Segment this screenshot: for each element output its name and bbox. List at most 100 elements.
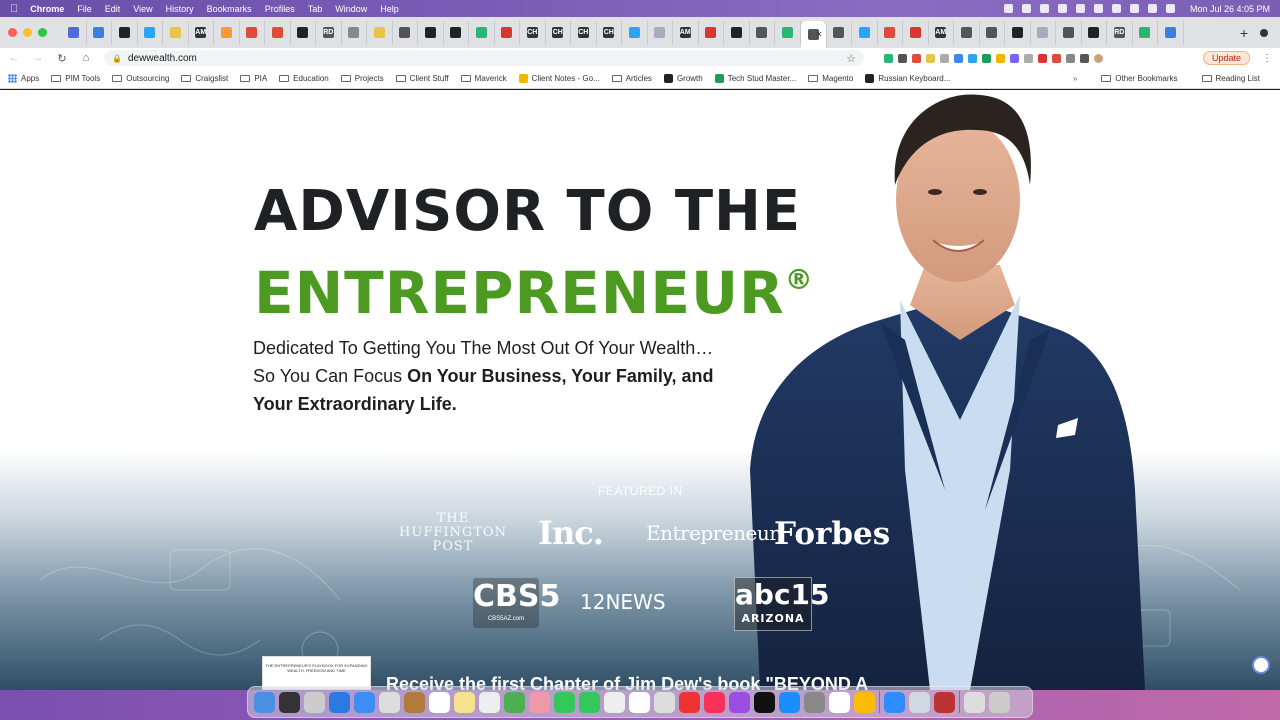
bookmark-folder[interactable]: Education bbox=[279, 74, 329, 83]
browser-tab[interactable] bbox=[87, 20, 112, 45]
bookmark-reading-list[interactable]: Reading List bbox=[1201, 74, 1260, 83]
menu-history[interactable]: History bbox=[166, 4, 194, 14]
browser-tab[interactable]: RD bbox=[1107, 20, 1133, 45]
extension-icon[interactable] bbox=[1066, 53, 1075, 63]
screenshot-icon[interactable] bbox=[909, 691, 930, 713]
browser-tab[interactable] bbox=[954, 20, 980, 45]
tab-active[interactable]: ✕ bbox=[800, 21, 827, 48]
browser-tab[interactable] bbox=[775, 20, 801, 45]
slack-icon[interactable] bbox=[829, 691, 850, 713]
reload-button[interactable]: ↻ bbox=[56, 52, 68, 65]
browser-tab[interactable] bbox=[342, 20, 367, 45]
menu-profiles[interactable]: Profiles bbox=[265, 4, 295, 14]
browser-tab[interactable] bbox=[1133, 20, 1158, 45]
bookmark-link[interactable]: Russian Keyboard... bbox=[865, 73, 950, 83]
apple-tv-icon[interactable] bbox=[754, 691, 775, 713]
fullscreen-window-button[interactable] bbox=[38, 28, 47, 37]
bookmark-folder[interactable]: Client Stuff bbox=[395, 74, 449, 83]
safari-icon[interactable] bbox=[329, 691, 350, 713]
browser-tab[interactable] bbox=[1031, 20, 1056, 45]
bookmark-folder[interactable]: Outsourcing bbox=[112, 74, 169, 83]
browser-tab[interactable] bbox=[1158, 20, 1184, 45]
battery-icon[interactable] bbox=[1093, 4, 1103, 13]
siri-icon[interactable] bbox=[279, 691, 300, 713]
forward-button[interactable]: → bbox=[32, 52, 44, 64]
browser-tab[interactable]: AM bbox=[929, 20, 954, 45]
browser-tab[interactable] bbox=[469, 20, 495, 45]
menu-bookmarks[interactable]: Bookmarks bbox=[207, 4, 252, 14]
browser-tab[interactable] bbox=[138, 20, 163, 45]
browser-tab[interactable] bbox=[495, 20, 520, 45]
extension-icon[interactable] bbox=[996, 53, 1005, 63]
bookmark-folder[interactable]: PIM Tools bbox=[51, 74, 100, 83]
menu-view[interactable]: View bbox=[133, 4, 152, 14]
control-center-icon[interactable] bbox=[1147, 4, 1157, 13]
bookmark-folder[interactable]: Projects bbox=[340, 74, 384, 83]
maps-icon[interactable] bbox=[504, 691, 525, 713]
browser-tab[interactable] bbox=[724, 20, 750, 45]
bookmark-other[interactable]: Other Bookmarks bbox=[1101, 74, 1178, 83]
extension-icon[interactable] bbox=[982, 53, 991, 63]
menu-window[interactable]: Window bbox=[335, 4, 367, 14]
keynote-icon[interactable] bbox=[654, 691, 675, 713]
minimize-window-button[interactable] bbox=[23, 28, 32, 37]
browser-tab[interactable]: AM bbox=[673, 20, 699, 45]
browser-tab[interactable] bbox=[980, 20, 1005, 45]
launchpad-icon[interactable] bbox=[304, 691, 325, 713]
close-tab-icon[interactable]: ✕ bbox=[816, 30, 823, 39]
notes-icon[interactable] bbox=[454, 691, 475, 713]
address-bar[interactable]: 🔒 dewwealth.com ☆ bbox=[104, 50, 864, 66]
back-button[interactable]: ← bbox=[8, 52, 20, 64]
browser-tab[interactable] bbox=[163, 20, 189, 45]
url-text[interactable]: dewwealth.com bbox=[128, 53, 197, 64]
extension-icon[interactable] bbox=[926, 53, 935, 63]
podcasts-icon[interactable] bbox=[729, 691, 750, 713]
browser-tab[interactable]: CH bbox=[520, 20, 546, 45]
extension-icon[interactable] bbox=[968, 53, 977, 63]
bluetooth-icon[interactable] bbox=[1075, 4, 1085, 13]
bookmark-folder[interactable]: Articles bbox=[611, 74, 652, 83]
menu-clock[interactable]: Mon Jul 26 4:05 PM bbox=[1190, 4, 1270, 14]
extension-icon[interactable] bbox=[898, 53, 907, 63]
bookmark-link[interactable]: Client Notes - Go... bbox=[518, 73, 600, 83]
chrome-menu-icon[interactable]: ⋮ bbox=[1262, 53, 1272, 64]
browser-tab[interactable] bbox=[291, 20, 316, 45]
browser-tab[interactable]: RD bbox=[316, 20, 342, 45]
status-app-icon[interactable] bbox=[1003, 4, 1013, 13]
extensions-puzzle-icon[interactable] bbox=[1080, 53, 1089, 63]
home-button[interactable]: ⌂ bbox=[80, 52, 92, 64]
browser-tab[interactable] bbox=[265, 20, 291, 45]
numbers-icon[interactable] bbox=[629, 691, 650, 713]
acrobat-icon[interactable] bbox=[934, 691, 955, 713]
menu-file[interactable]: File bbox=[77, 4, 92, 14]
browser-tab[interactable] bbox=[1005, 20, 1031, 45]
browser-tab[interactable] bbox=[112, 20, 138, 45]
browser-tab[interactable] bbox=[240, 20, 265, 45]
music-icon[interactable] bbox=[704, 691, 725, 713]
menu-app-name[interactable]: Chrome bbox=[30, 4, 64, 14]
lock-icon[interactable]: 🔒 bbox=[112, 54, 122, 63]
spotlight-search-icon[interactable] bbox=[1129, 4, 1139, 13]
extension-icon[interactable] bbox=[912, 53, 921, 63]
profile-avatar[interactable] bbox=[1094, 53, 1103, 63]
browser-tab[interactable] bbox=[1082, 20, 1107, 45]
browser-tab[interactable] bbox=[878, 20, 903, 45]
system-preferences-icon[interactable] bbox=[804, 691, 825, 713]
book-cover-image[interactable]: THE ENTREPRENEUR'S PLAYBOOK FOR EXPANDIN… bbox=[262, 656, 371, 690]
messages-icon[interactable] bbox=[554, 691, 575, 713]
browser-tab[interactable] bbox=[367, 20, 393, 45]
freeform-icon[interactable] bbox=[604, 691, 625, 713]
app-icon[interactable] bbox=[404, 691, 425, 713]
status-app-icon[interactable] bbox=[1039, 4, 1049, 13]
extension-icon[interactable] bbox=[940, 53, 949, 63]
browser-tab[interactable]: AM bbox=[189, 20, 214, 45]
extension-icon[interactable] bbox=[1024, 53, 1033, 63]
browser-tab[interactable]: CH bbox=[597, 20, 622, 45]
trash-icon[interactable] bbox=[989, 691, 1010, 713]
status-app-icon[interactable] bbox=[1021, 4, 1031, 13]
tab-search-button[interactable] bbox=[1254, 28, 1274, 37]
finder-icon[interactable] bbox=[254, 691, 275, 713]
chat-widget-button[interactable] bbox=[1252, 656, 1270, 674]
bookmark-apps[interactable]: Apps bbox=[8, 73, 39, 83]
browser-tab[interactable] bbox=[648, 20, 673, 45]
